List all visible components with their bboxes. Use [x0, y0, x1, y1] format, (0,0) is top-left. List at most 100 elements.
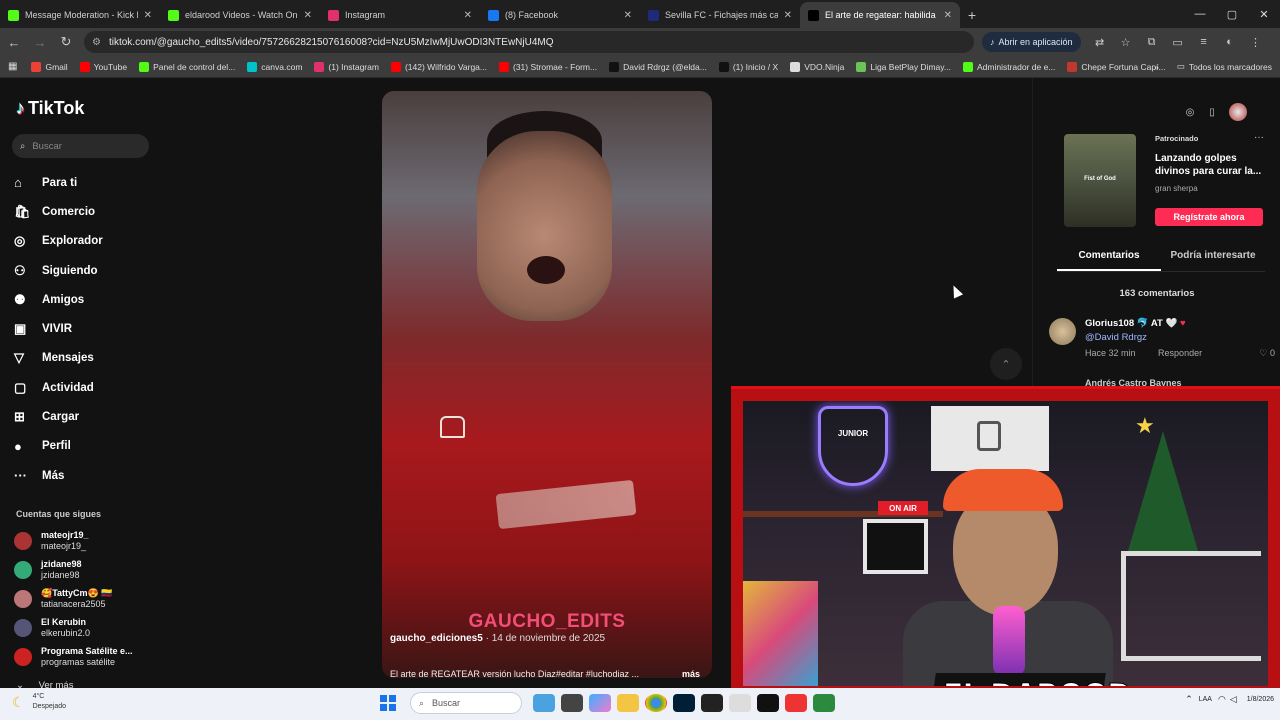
bookmark-item[interactable]: Panel de control del... [139, 61, 235, 72]
browser-tab[interactable]: El arte de regatear: habilida ✕ [800, 2, 960, 28]
nav-item[interactable]: ▢ Actividad [14, 373, 103, 402]
coin-icon[interactable]: ◎ [1179, 107, 1201, 118]
volume-icon[interactable]: ◁ [1230, 694, 1237, 705]
all-bookmarks[interactable]: » ▭ Todos los marcadores [1154, 61, 1272, 72]
bookmark-item[interactable]: VDO.Ninja [790, 61, 844, 72]
search-input[interactable]: ⌕ Buscar [12, 134, 149, 158]
tab-close-icon[interactable]: ✕ [304, 10, 312, 21]
wifi-icon[interactable]: ◠ [1218, 694, 1226, 705]
nav-item[interactable]: ▣ VIVIR [14, 314, 103, 343]
new-tab-button[interactable]: + [960, 2, 984, 28]
nav-item[interactable]: ⚇ Siguiendo [14, 256, 103, 285]
followed-account[interactable]: Programa Satélite e... programas satélite [14, 642, 133, 671]
video-player[interactable]: GAUCHO_EDITS gaucho_ediciones5 · 14 de n… [382, 91, 712, 678]
bookmark-item[interactable]: canva.com [247, 61, 302, 72]
creator-name[interactable]: gaucho_ediciones5 [390, 633, 483, 644]
followed-account[interactable]: El Kerubin elkerubin2.0 [14, 613, 133, 642]
comment-mention[interactable]: @David Rdrgz [1085, 332, 1147, 343]
nav-item[interactable]: ··· Más [14, 461, 103, 490]
comment-avatar[interactable] [1049, 318, 1076, 345]
url-input[interactable]: ⚙ tiktok.com/@gaucho_edits5/video/757266… [84, 31, 974, 53]
nav-item[interactable]: ▽ Mensajes [14, 344, 103, 373]
followed-account[interactable]: mateojr19_ mateojr19_ [14, 526, 133, 555]
fish-app-icon[interactable] [533, 694, 555, 712]
followed-account[interactable]: 🥰TattyCm😍 🇨🇴 tatianacera2505 [14, 584, 133, 613]
menu-lines-icon[interactable]: ≡ [1191, 36, 1217, 49]
tray-chevron-icon[interactable]: ⌃ [1185, 694, 1193, 705]
video-creator[interactable]: gaucho_ediciones5 · 14 de noviembre de 2… [390, 633, 605, 644]
minimize-icon[interactable]: — [1184, 0, 1216, 28]
previous-video-button[interactable]: ⌃ [990, 348, 1022, 380]
translate-icon[interactable]: ⇄ [1087, 36, 1113, 49]
device-icon[interactable]: ▯ [1201, 107, 1223, 118]
comment-like-button[interactable]: ♡ 0 [1259, 348, 1275, 359]
browser-tab[interactable]: eldarood Videos - Watch On-D ✕ [160, 2, 320, 28]
back-icon[interactable]: ← [2, 30, 26, 54]
ad-options-icon[interactable]: ··· [1254, 132, 1264, 143]
tab-close-icon[interactable]: ✕ [144, 10, 152, 21]
kebab-menu-icon[interactable]: ⋮ [1243, 36, 1269, 49]
nav-item[interactable]: ⌂ Para ti [14, 168, 103, 197]
comment-user[interactable]: Glorius108 [1085, 318, 1134, 329]
bookmark-item[interactable]: (142) Wilfrido Varga... [390, 61, 487, 72]
browser-tab[interactable]: (8) Facebook ✕ [480, 2, 640, 28]
browser-tab[interactable]: Sevilla FC - Fichajes más caros ✕ [640, 2, 800, 28]
photoshop-icon[interactable] [673, 694, 695, 712]
ad-thumbnail[interactable]: Fist of God [1064, 134, 1136, 227]
copilot-icon[interactable] [589, 694, 611, 712]
comment-author[interactable]: Glorius108 🐬 AT 🤍 ♥ [1085, 318, 1186, 329]
taskbar-search[interactable]: ⌕ Buscar [410, 692, 522, 714]
tab-close-icon[interactable]: ✕ [624, 10, 632, 21]
bookmark-item[interactable]: Gmail [31, 61, 68, 72]
extensions-icon[interactable]: ⧉ [1139, 36, 1165, 49]
windows-start-icon[interactable] [380, 695, 396, 711]
caption-more-button[interactable]: más [682, 669, 700, 678]
site-info-icon[interactable]: ⚙ [92, 37, 101, 48]
tab-close-icon[interactable]: ✕ [944, 10, 952, 21]
panel-tab[interactable]: Comentarios [1057, 244, 1161, 271]
maximize-icon[interactable]: ▢ [1216, 0, 1248, 28]
cast-icon[interactable]: ▭ [1165, 36, 1191, 49]
browser-tab[interactable]: Message Moderation - Kick Da ✕ [0, 2, 160, 28]
steam-icon[interactable] [729, 694, 751, 712]
nav-item[interactable]: 🛍 Comercio [14, 197, 103, 226]
bookmark-item[interactable]: Chepe Fortuna Capí... [1067, 61, 1166, 72]
capture-app-icon[interactable] [813, 694, 835, 712]
weather-widget[interactable]: ☾ 4°C Despejado [12, 692, 66, 712]
nav-item[interactable]: ⚉ Amigos [14, 285, 103, 314]
bookmark-item[interactable]: (31) Stromae - Form... [499, 61, 597, 72]
ad-signup-button[interactable]: Regístrate ahora [1155, 208, 1263, 226]
bookmark-item[interactable]: Liga BetPlay Dimay... [856, 61, 951, 72]
open-in-app-button[interactable]: ♪ Abrir en aplicación [982, 32, 1081, 52]
user-avatar[interactable] [1229, 103, 1247, 121]
bookmark-star-icon[interactable]: ☆ [1113, 36, 1139, 49]
clock[interactable]: 1/8/2026 [1247, 695, 1274, 704]
followed-account[interactable]: jzidane98 jzidane98 [14, 555, 133, 584]
chrome-icon[interactable] [645, 694, 667, 712]
apps-grid-icon[interactable]: ▦ [8, 61, 17, 72]
reload-icon[interactable]: ↻ [54, 30, 78, 54]
nav-item[interactable]: ● Perfil [14, 432, 103, 461]
forward-icon[interactable]: → [28, 30, 52, 54]
panel-tab[interactable]: Podría interesarte [1161, 244, 1265, 271]
bookmark-item[interactable]: Administrador de e... [962, 61, 1055, 72]
tiktok-app-icon[interactable] [757, 694, 779, 712]
file-explorer-icon[interactable] [617, 694, 639, 712]
ad-title[interactable]: Lanzando golpes divinos para curar la... [1155, 152, 1267, 178]
nav-item[interactable]: ⊞ Cargar [14, 402, 103, 431]
tab-close-icon[interactable]: ✕ [464, 10, 472, 21]
bookmark-item[interactable]: (1) Instagram [314, 61, 379, 72]
task-view-icon[interactable] [561, 694, 583, 712]
browser-tab[interactable]: Instagram ✕ [320, 2, 480, 28]
bookmark-item[interactable]: YouTube [79, 61, 127, 72]
profile-icon[interactable]: ◐ [1217, 36, 1243, 49]
obs-icon[interactable] [701, 694, 723, 712]
tiktok-logo[interactable]: ♪ TikTok [16, 98, 84, 119]
nav-item[interactable]: ◎ Explorador [14, 227, 103, 256]
overflow-chevron-icon[interactable]: » [1154, 62, 1159, 72]
streaming-app-icon[interactable] [785, 694, 807, 712]
bookmark-item[interactable]: David Rdrgz (@elda... [609, 61, 707, 72]
bookmark-item[interactable]: (1) Inicio / X [718, 61, 778, 72]
close-window-icon[interactable]: ✕ [1248, 0, 1280, 28]
reply-button[interactable]: Responder [1158, 348, 1202, 358]
